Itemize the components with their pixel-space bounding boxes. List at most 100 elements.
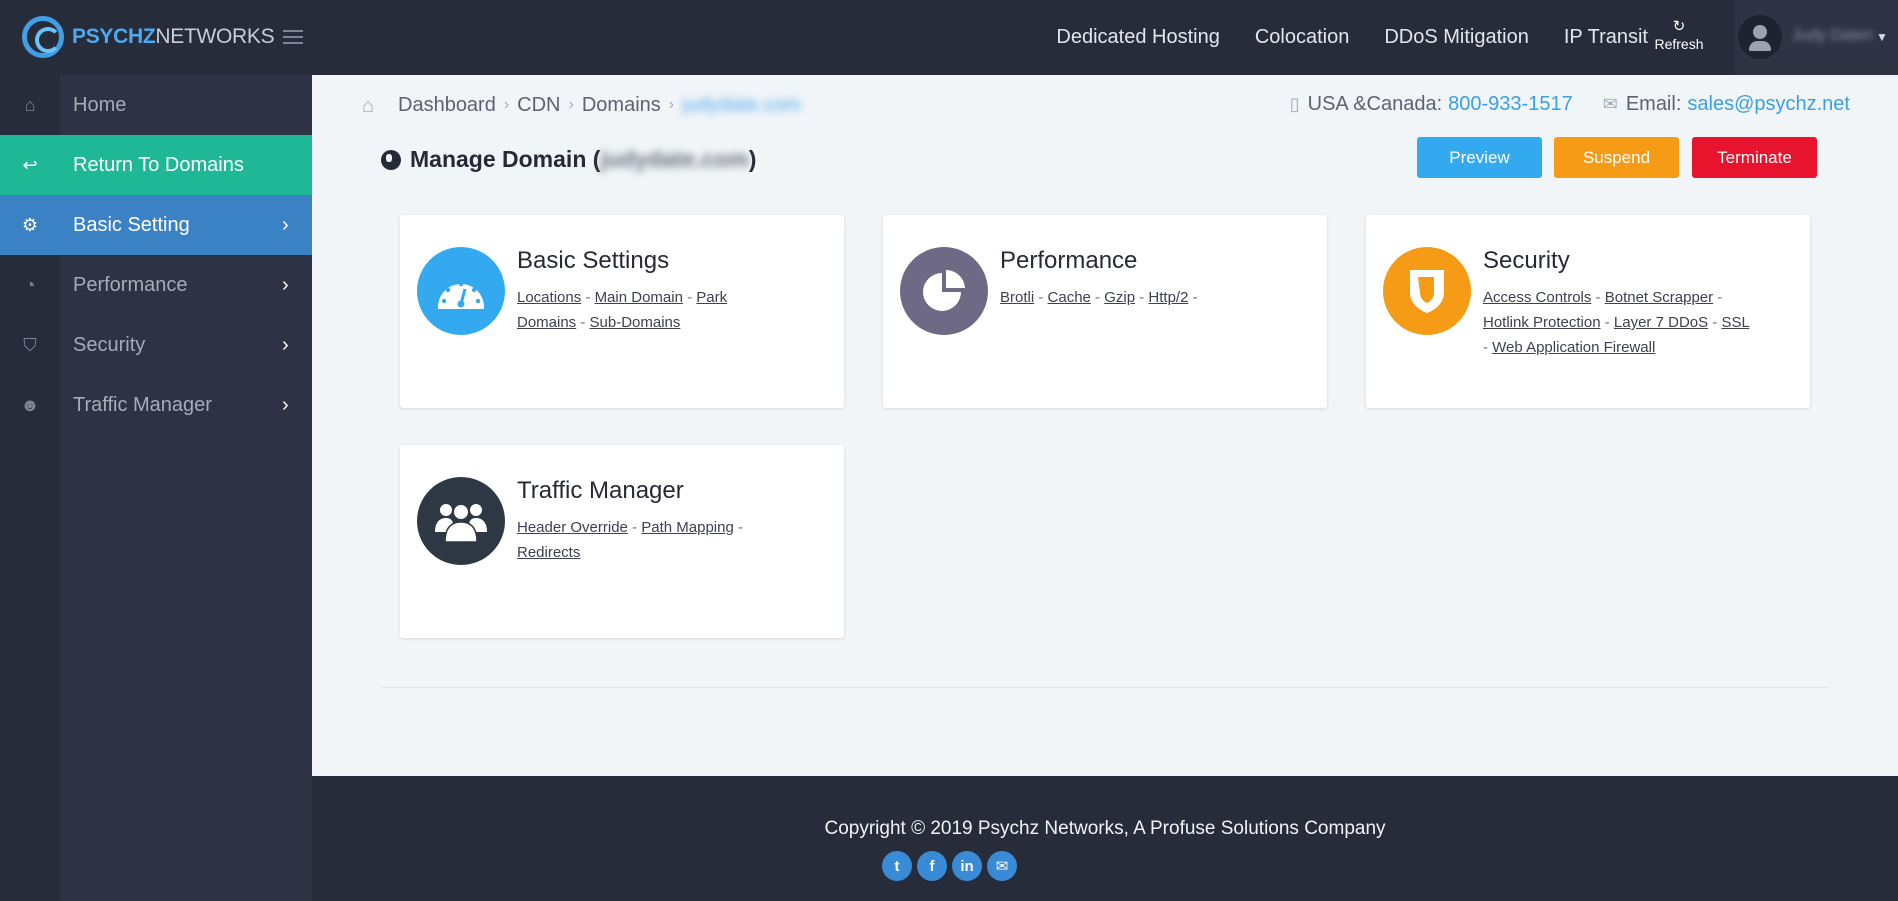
breadcrumb-dashboard[interactable]: Dashboard	[398, 94, 496, 117]
link-web-application-firewall[interactable]: Web Application Firewall	[1492, 339, 1655, 356]
link-access-controls[interactable]: Access Controls	[1483, 289, 1591, 306]
card-title: Security	[1483, 247, 1570, 274]
logo-icon	[22, 16, 64, 58]
link-ssl[interactable]: SSL	[1721, 314, 1749, 331]
contact-info: ▯ USA &Canada: 800-933-1517 ✉ Email: sal…	[1290, 93, 1850, 116]
link-main-domain[interactable]: Main Domain	[595, 289, 683, 306]
card-links: Access Controls - Botnet Scrapper - Hotl…	[1483, 289, 1750, 356]
sidebar-item-label: Basic Setting	[73, 213, 190, 236]
brand-logo[interactable]: PSYCHZNETWORKS	[22, 16, 275, 58]
brand-name: PSYCHZNETWORKS	[72, 25, 275, 48]
content-divider	[381, 687, 1829, 688]
reply-icon: ↩	[22, 154, 38, 175]
users-icon	[417, 477, 505, 565]
link-redirects[interactable]: Redirects	[517, 544, 580, 561]
shield-icon	[1383, 247, 1471, 335]
card-security: Security Access Controls - Botnet Scrapp…	[1366, 215, 1810, 408]
email-link[interactable]: sales@psychz.net	[1687, 93, 1850, 116]
refresh-button[interactable]: ↻ Refresh	[1652, 18, 1706, 52]
link-botnet-scrapper[interactable]: Botnet Scrapper	[1605, 289, 1713, 306]
breadcrumb-cdn[interactable]: CDN	[517, 94, 560, 117]
breadcrumb-separator: ›	[668, 96, 675, 113]
sidebar-item-label: Performance	[73, 273, 188, 296]
card-title: Traffic Manager	[517, 477, 684, 504]
email-icon[interactable]: ✉	[987, 851, 1017, 881]
globe-icon	[381, 149, 401, 170]
email-label: Email:	[1625, 93, 1682, 115]
user-name[interactable]: Judy Daten	[1792, 27, 1873, 45]
chevron-right-icon: ›	[282, 273, 289, 296]
footer: Copyright © 2019 Psychz Networks, A Prof…	[312, 776, 1898, 901]
phone-link[interactable]: 800-933-1517	[1448, 93, 1573, 116]
sidebar: ⌂ Home ↩ Return To Domains ⚙ Basic Setti…	[0, 75, 312, 901]
link-header-override[interactable]: Header Override	[517, 519, 628, 536]
chevron-down-icon[interactable]: ▼	[1876, 30, 1888, 44]
gear-icon: ⚙	[21, 214, 39, 235]
phone-label: USA &Canada:	[1307, 93, 1443, 115]
card-links: Brotli - Cache - Gzip - Http/2 -	[1000, 289, 1198, 306]
avatar[interactable]	[1738, 15, 1782, 59]
copyright-text: Copyright © 2019 Psychz Networks, A Prof…	[824, 818, 1386, 839]
home-icon: ⌂	[24, 94, 36, 115]
sidebar-item-label: Traffic Manager	[73, 393, 212, 416]
chevron-right-icon: ›	[282, 333, 289, 356]
shield-icon: ⛉	[23, 334, 37, 355]
link-path-mapping[interactable]: Path Mapping	[641, 519, 734, 536]
domain-name: judydate.com	[600, 146, 749, 172]
social-links: t f in ✉	[882, 851, 1022, 881]
home-icon[interactable]: ⌂	[362, 95, 384, 117]
sidebar-item-performance[interactable]: ◔ Performance ›	[0, 255, 312, 315]
card-title: Performance	[1000, 247, 1138, 274]
twitter-icon[interactable]: t	[882, 851, 912, 881]
nav-ip-transit[interactable]: IP Transit	[1564, 26, 1648, 49]
link-layer7-ddos[interactable]: Layer 7 DDoS	[1614, 314, 1708, 331]
sidebar-item-label: Security	[73, 333, 146, 356]
facebook-icon[interactable]: f	[917, 851, 947, 881]
chevron-right-icon: ›	[282, 393, 289, 416]
card-performance: Performance Brotli - Cache - Gzip - Http…	[883, 215, 1327, 408]
chevron-right-icon: ›	[282, 213, 289, 236]
phone-icon: ▯	[1289, 94, 1300, 114]
refresh-label: Refresh	[1654, 36, 1704, 52]
users-icon: ☻	[20, 394, 40, 415]
top-nav: Dedicated Hosting Colocation DDoS Mitiga…	[1021, 0, 1648, 75]
menu-toggle-icon[interactable]	[283, 30, 303, 44]
sidebar-item-security[interactable]: ⛉ Security ›	[0, 315, 312, 375]
link-brotli[interactable]: Brotli	[1000, 289, 1034, 306]
nav-dedicated-hosting[interactable]: Dedicated Hosting	[1056, 26, 1219, 49]
link-http2[interactable]: Http/2	[1148, 289, 1188, 306]
nav-ddos-mitigation[interactable]: DDoS Mitigation	[1384, 26, 1529, 49]
link-hotlink-protection[interactable]: Hotlink Protection	[1483, 314, 1601, 331]
breadcrumb-separator: ›	[503, 96, 510, 113]
preview-button[interactable]: Preview	[1417, 137, 1542, 178]
sidebar-item-home[interactable]: ⌂ Home	[0, 75, 312, 135]
sidebar-item-label: Return To Domains	[73, 153, 244, 176]
suspend-button[interactable]: Suspend	[1554, 137, 1679, 178]
card-title: Basic Settings	[517, 247, 670, 274]
top-navbar: PSYCHZNETWORKS Dedicated Hosting Colocat…	[0, 0, 1898, 75]
envelope-icon: ✉	[1602, 94, 1618, 114]
link-cache[interactable]: Cache	[1048, 289, 1091, 306]
pie-chart-icon	[900, 247, 988, 335]
card-links: Header Override - Path Mapping - Redirec…	[517, 519, 743, 561]
breadcrumb-domains[interactable]: Domains	[582, 94, 661, 117]
linkedin-icon[interactable]: in	[952, 851, 982, 881]
nav-colocation[interactable]: Colocation	[1255, 26, 1350, 49]
link-gzip[interactable]: Gzip	[1104, 289, 1135, 306]
sidebar-item-basic-setting[interactable]: ⚙ Basic Setting ›	[0, 195, 312, 255]
card-traffic-manager: Traffic Manager Header Override - Path M…	[400, 445, 844, 638]
sidebar-item-traffic-manager[interactable]: ☻ Traffic Manager ›	[0, 375, 312, 435]
pie-chart-icon: ◔	[24, 274, 36, 295]
link-locations[interactable]: Locations	[517, 289, 581, 306]
sidebar-item-return-to-domains[interactable]: ↩ Return To Domains	[0, 135, 312, 195]
terminate-button[interactable]: Terminate	[1692, 137, 1817, 178]
sidebar-item-label: Home	[73, 93, 127, 116]
speedometer-icon	[417, 247, 505, 335]
page-title: Manage Domain ( judydate.com )	[381, 146, 756, 173]
breadcrumb-current: judydate.com	[682, 93, 802, 116]
refresh-icon: ↻	[1672, 18, 1686, 35]
link-sub-domains[interactable]: Sub-Domains	[590, 314, 681, 331]
card-basic-settings: Basic Settings Locations - Main Domain -…	[400, 215, 844, 408]
breadcrumb: ⌂ Dashboard › CDN › Domains › judydate.c…	[362, 92, 801, 118]
card-links: Locations - Main Domain - Park Domains -…	[517, 289, 728, 331]
